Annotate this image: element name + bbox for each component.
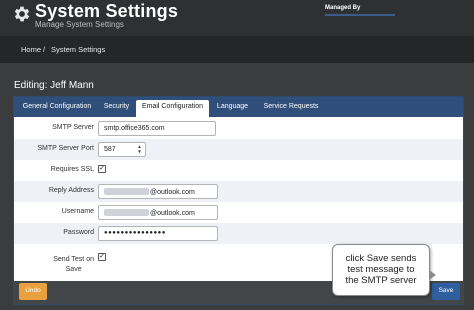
undo-button[interactable]: Undo xyxy=(19,283,47,300)
username-input[interactable]: @outlook.com xyxy=(98,205,218,220)
row-username: Username @outlook.com xyxy=(14,202,463,223)
breadcrumb-current: System Settings xyxy=(51,45,106,54)
row-smtp-server: SMTP Server smtp.office365.com xyxy=(14,118,463,139)
tab-email-configuration[interactable]: Email Configuration xyxy=(136,100,209,117)
row-reply-address: Reply Address @outlook.com xyxy=(14,181,463,202)
app-title: System Settings xyxy=(35,1,179,21)
row-requires-ssl: Requires SSL ✓ xyxy=(14,160,463,181)
tab-service-requests[interactable]: Service Requests xyxy=(257,100,325,117)
username-value: @outlook.com xyxy=(150,210,195,217)
requires-ssl-checkbox[interactable]: ✓ xyxy=(98,165,106,173)
reply-address-label: Reply Address xyxy=(48,187,94,194)
redacted-text xyxy=(104,188,149,195)
breadcrumb: Home / System Settings xyxy=(0,36,474,63)
password-label: Password xyxy=(63,229,94,236)
row-smtp-port: SMTP Server Port 587 ▲ ▼ xyxy=(14,139,463,160)
reply-address-value: @outlook.com xyxy=(150,189,195,196)
tab-bar: General Configuration Security Email Con… xyxy=(14,97,463,117)
row-password: Password ●●●●●●●●●●●●●●● xyxy=(14,223,463,244)
managed-by-label: Managed By xyxy=(325,5,361,11)
breadcrumb-separator: / xyxy=(43,45,46,54)
smtp-server-input[interactable]: smtp.office365.com xyxy=(98,121,216,136)
save-button[interactable]: Save xyxy=(432,283,460,300)
tab-security[interactable]: Security xyxy=(99,100,134,117)
callout-arrow xyxy=(429,270,436,280)
username-label: Username xyxy=(61,208,94,215)
stepper-arrows-icon[interactable]: ▲ ▼ xyxy=(136,144,143,154)
app-subtitle: Manage System Settings xyxy=(35,20,124,29)
send-test-label: Send Test on Save xyxy=(53,256,94,273)
tab-general-configuration[interactable]: General Configuration xyxy=(17,100,97,117)
smtp-server-label: SMTP Server xyxy=(52,124,94,131)
smtp-port-label: SMTP Server Port xyxy=(37,145,94,152)
top-header: System Settings Manage System Settings M… xyxy=(0,0,474,36)
requires-ssl-label: Requires SSL xyxy=(50,166,94,173)
password-input[interactable]: ●●●●●●●●●●●●●●● xyxy=(98,226,218,241)
smtp-port-stepper[interactable]: 587 ▲ ▼ xyxy=(98,142,146,157)
annotation-callout: click Save sends test message to the SMT… xyxy=(332,244,430,296)
managed-by-link[interactable] xyxy=(325,14,395,16)
smtp-port-value: 587 xyxy=(104,146,116,153)
reply-address-input[interactable]: @outlook.com xyxy=(98,184,218,199)
tab-language[interactable]: Language xyxy=(211,100,254,117)
gear-icon xyxy=(14,6,30,22)
redacted-text xyxy=(104,209,149,216)
send-test-checkbox[interactable]: ✓ xyxy=(98,253,106,261)
editing-label: Editing: Jeff Mann xyxy=(14,80,94,91)
breadcrumb-home[interactable]: Home xyxy=(21,45,41,54)
